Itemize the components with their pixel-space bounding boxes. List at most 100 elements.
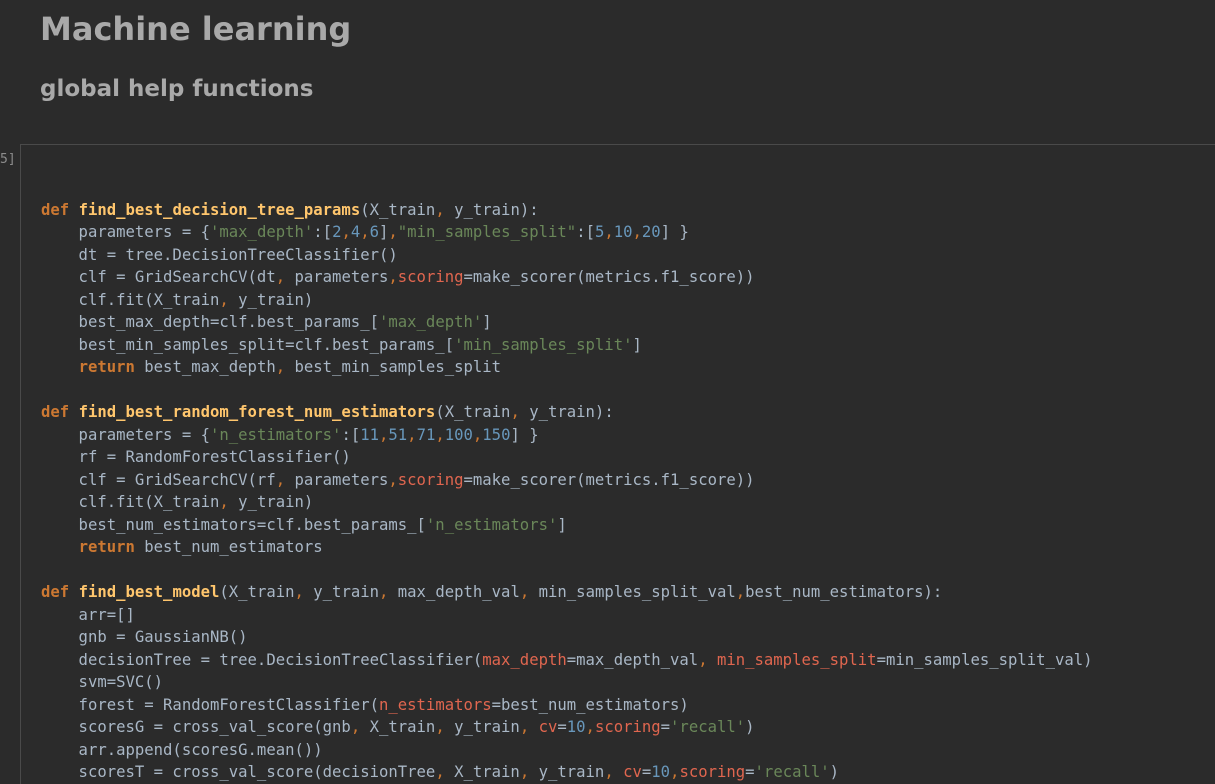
number-token: 10	[566, 718, 586, 736]
function-name-token: find_best_random_forest_num_estimators	[78, 403, 436, 421]
code-line: forest = RandomForestClassifier(n_estima…	[41, 694, 1093, 717]
code-text-token: (X_train	[360, 200, 436, 219]
punctuation-token: ,	[735, 583, 746, 601]
code-text-token: parameters = {	[41, 223, 210, 241]
code-text-token: best_num_estimators	[144, 538, 323, 556]
string-token: 'min_samples_split'	[454, 335, 633, 354]
keyword-token: return	[78, 358, 145, 376]
execution-count-label: 5]	[0, 152, 16, 167]
keyword-argument-token: scoring	[397, 470, 464, 489]
code-text-token: parameters	[294, 470, 389, 489]
section-heading: global help functions	[40, 76, 314, 102]
keyword-argument-token: max_depth	[482, 650, 567, 669]
number-token: 20	[641, 223, 661, 241]
code-line: parameters = {'n_estimators':[11,51,71,1…	[41, 424, 1093, 447]
code-cell[interactable]: def find_best_decision_tree_params(X_tra…	[20, 144, 1215, 784]
keyword-token: def	[41, 583, 70, 601]
punctuation-token: ,	[510, 403, 530, 421]
code-line: clf.fit(X_train, y_train)	[41, 491, 1093, 514]
code-text-token: ]	[557, 515, 567, 534]
number-token: 71	[416, 425, 436, 444]
code-editor[interactable]: def find_best_decision_tree_params(X_tra…	[41, 176, 1093, 784]
string-token: 'recall'	[670, 718, 746, 736]
punctuation-token: ,	[341, 223, 351, 241]
punctuation-token: ,	[275, 268, 295, 286]
punctuation-token: ,	[388, 223, 398, 241]
punctuation-token: ,	[698, 650, 717, 669]
code-line: best_max_depth=clf.best_params_['max_dep…	[41, 311, 1093, 334]
punctuation-token: ,	[360, 223, 370, 241]
markdown-cell[interactable]: Machine learning global help functions	[40, 0, 1190, 140]
string-token: 'n_estimators'	[425, 515, 558, 534]
code-text-token: :[	[576, 223, 595, 241]
punctuation-token: ,	[407, 425, 417, 444]
keyword-token: def	[41, 200, 70, 219]
code-text-token: scoresT = cross_val_score(decisionTree	[41, 763, 436, 781]
keyword-argument-token: scoring	[594, 718, 661, 736]
punctuation-token: ,	[604, 763, 624, 781]
keyword-argument-token: scoring	[397, 268, 464, 286]
code-text-token: y_train	[313, 583, 379, 601]
punctuation-token: ,	[275, 470, 295, 489]
code-line: scoresG = cross_val_score(gnb, X_train, …	[41, 716, 1093, 739]
code-line: best_min_samples_split=clf.best_params_[…	[41, 334, 1093, 357]
code-text-token: best_num_estimators=clf.best_params_[	[41, 515, 426, 534]
code-text-token: ] }	[660, 223, 689, 241]
code-text-token: gnb = GaussianNB()	[41, 628, 248, 646]
code-text-token: =	[745, 763, 755, 781]
number-token: 10	[613, 223, 633, 241]
function-name-token: find_best_decision_tree_params	[78, 200, 361, 219]
string-token: 'max_depth'	[378, 313, 483, 331]
code-text-token: =make_scorer(metrics.f1_score))	[463, 268, 755, 286]
code-line: decisionTree = tree.DecisionTreeClassifi…	[41, 649, 1093, 672]
keyword-argument-token: scoring	[679, 763, 746, 781]
code-text-token: ]	[379, 223, 389, 241]
code-text-token: arr=[]	[41, 605, 135, 624]
code-line: def find_best_model(X_train, y_train, ma…	[41, 581, 1093, 604]
code-line: dt = tree.DecisionTreeClassifier()	[41, 244, 1093, 267]
string-token: 'n_estimators'	[210, 425, 342, 444]
code-text-token: best_max_depth=clf.best_params_[	[41, 313, 379, 331]
punctuation-token: ,	[435, 200, 455, 219]
code-line: def find_best_decision_tree_params(X_tra…	[41, 199, 1093, 222]
code-text-token: dt = tree.DecisionTreeClassifier()	[41, 245, 398, 264]
code-text-token: =	[641, 763, 652, 781]
code-text-token: :[	[313, 223, 333, 241]
code-line: clf = GridSearchCV(dt, parameters,scorin…	[41, 266, 1093, 289]
code-text-token: parameters = {	[41, 425, 210, 444]
code-text-token: y_train):	[529, 403, 614, 421]
code-text-token: arr.append(scoresG.mean())	[41, 740, 323, 759]
punctuation-token: ,	[388, 470, 398, 489]
code-text-token: ]	[482, 313, 492, 331]
punctuation-token: ,	[472, 425, 483, 444]
code-text-token: clf.fit(X_train	[41, 290, 220, 309]
string-token: "min_samples_split"	[397, 223, 577, 241]
number-token: 51	[388, 425, 408, 444]
keyword-argument-token: min_samples_split	[716, 650, 877, 669]
code-text-token: =max_depth_val	[566, 650, 699, 669]
code-line: best_num_estimators=clf.best_params_['n_…	[41, 514, 1093, 537]
code-line: return best_num_estimators	[41, 536, 1093, 559]
code-text-token: best_max_depth	[144, 358, 276, 376]
punctuation-token: ,	[519, 583, 539, 601]
code-text-token: min_samples_split_val	[538, 583, 736, 601]
function-name-token: find_best_model	[78, 583, 220, 601]
number-token: 100	[444, 425, 473, 444]
keyword-argument-token: cv	[538, 718, 558, 736]
number-token: 150	[482, 425, 511, 444]
punctuation-token: ,	[379, 425, 389, 444]
code-line: def find_best_random_forest_num_estimato…	[41, 401, 1093, 424]
code-text-token: ] }	[510, 425, 539, 444]
number-token: 5	[594, 223, 605, 241]
string-token: 'max_depth'	[210, 223, 314, 241]
code-text-token: decisionTree = tree.DecisionTreeClassifi…	[41, 650, 483, 669]
code-text-token: y_train	[454, 718, 520, 736]
code-line: scoresT = cross_val_score(decisionTree, …	[41, 761, 1093, 784]
punctuation-token: ,	[435, 763, 455, 781]
code-text-token: svm=SVC()	[41, 673, 164, 691]
string-token: 'recall'	[754, 763, 830, 781]
code-line: gnb = GaussianNB()	[41, 626, 1093, 649]
notebook-title-heading: Machine learning	[40, 10, 352, 48]
